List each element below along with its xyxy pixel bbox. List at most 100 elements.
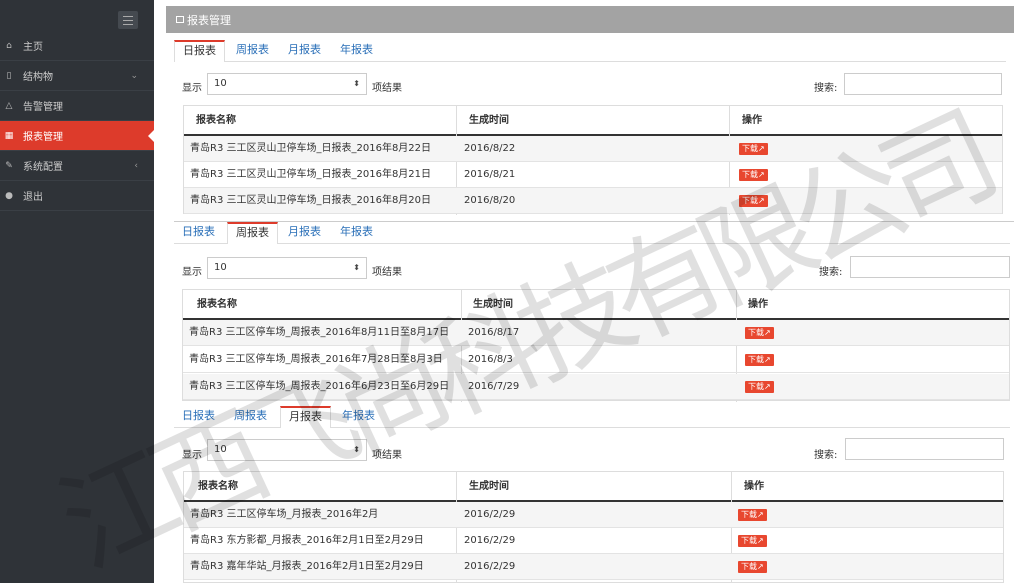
tab-weekly[interactable]: 周报表 bbox=[227, 222, 278, 244]
sidebar: ⌂ 主页 ▯ 结构物 ⌄ △ 告警管理 ▦ 报表管理 ✎ 系统配置 ‹ ● 退出 bbox=[0, 0, 155, 583]
table-row: 青岛R3 三工区灵山卫停车场_日报表_2016年8月22日 2016/8/22 … bbox=[184, 136, 1002, 162]
chevron-down-icon: ⌄ bbox=[130, 70, 138, 81]
page-size-value: 10 bbox=[214, 78, 227, 89]
download-button[interactable]: 下载↗ bbox=[738, 561, 767, 573]
download-button[interactable]: 下载↗ bbox=[745, 354, 774, 366]
download-button[interactable]: 下载↗ bbox=[738, 535, 767, 547]
sidebar-item-label: 主页 bbox=[23, 42, 43, 53]
daily-report-panel: 日报表 周报表 月报表 年报表 显示 10 ⬍ 项结果 搜索: 报表名称 生成时… bbox=[174, 40, 1014, 215]
tab-yearly[interactable]: 年报表 bbox=[334, 406, 383, 428]
wrench-icon: ✎ bbox=[5, 160, 13, 171]
report-time: 2016/2/29 bbox=[464, 509, 516, 520]
sidebar-item-logout[interactable]: ● 退出 bbox=[0, 181, 154, 211]
search-label: 搜索: bbox=[819, 267, 843, 278]
bell-icon: △ bbox=[5, 100, 13, 111]
table-row: 青岛R3 三工区停车场_月报表_2016年2月 2016/2/29 下载↗ bbox=[184, 502, 1003, 528]
reports-table: 报表名称 生成时间 操作 青岛R3 三工区停车场_月报表_2016年2月 201… bbox=[183, 471, 1004, 583]
table-icon bbox=[176, 16, 184, 23]
sidebar-toggle-button[interactable] bbox=[118, 11, 138, 29]
tab-yearly[interactable]: 年报表 bbox=[332, 222, 381, 244]
tab-yearly[interactable]: 年报表 bbox=[332, 40, 381, 62]
page-size-select[interactable]: 10 ⬍ bbox=[207, 257, 367, 279]
active-indicator bbox=[148, 129, 155, 143]
page-size-select[interactable]: 10 ⬍ bbox=[207, 439, 367, 461]
monthly-report-panel: 日报表 周报表 月报表 年报表 显示 10 ⬍ 项结果 搜索: 报表名称 生成时… bbox=[174, 406, 1014, 583]
sidebar-item-label: 告警管理 bbox=[23, 102, 63, 113]
search-input[interactable] bbox=[844, 73, 1002, 95]
table-row: 青岛R3 三工区停车场_周报表_2016年8月11日至8月17日 2016/8/… bbox=[183, 320, 1009, 346]
search-label: 搜索: bbox=[814, 450, 838, 461]
table-row: 青岛R3 三工区灵山卫停车场_日报表_2016年8月20日 2016/8/20 … bbox=[184, 188, 1002, 214]
reports-table: 报表名称 生成时间 操作 青岛R3 三工区灵山卫停车场_日报表_2016年8月2… bbox=[183, 105, 1003, 215]
user-icon: ● bbox=[5, 190, 13, 201]
select-arrow-icon: ⬍ bbox=[353, 263, 360, 272]
sidebar-item-settings[interactable]: ✎ 系统配置 ‹ bbox=[0, 151, 154, 181]
sidebar-item-label: 报表管理 bbox=[23, 132, 63, 143]
report-name: 青岛R3 东方影都_月报表_2016年2月1日至2月29日 bbox=[190, 535, 424, 546]
sidebar-item-alarms[interactable]: △ 告警管理 bbox=[0, 91, 154, 121]
show-label: 显示 bbox=[182, 83, 202, 94]
weekly-report-panel: 日报表 周报表 月报表 年报表 显示 10 ⬍ 项结果 搜索: 报表名称 生成时… bbox=[174, 221, 1014, 402]
select-arrow-icon: ⬍ bbox=[353, 79, 360, 88]
sidebar-item-home[interactable]: ⌂ 主页 bbox=[0, 31, 154, 61]
column-header-time: 生成时间 bbox=[469, 481, 509, 492]
page-size-value: 10 bbox=[214, 262, 227, 273]
download-button[interactable]: 下载↗ bbox=[739, 169, 768, 181]
table-row: 青岛R3 嘉年华站_月报表_2016年2月1日至2月29日 2016/2/29 … bbox=[184, 554, 1003, 580]
report-name: 青岛R3 三工区灵山卫停车场_日报表_2016年8月21日 bbox=[190, 169, 432, 180]
column-header-time: 生成时间 bbox=[469, 115, 509, 126]
tab-monthly[interactable]: 月报表 bbox=[280, 222, 329, 244]
report-name: 青岛R3 三工区灵山卫停车场_日报表_2016年8月20日 bbox=[190, 195, 432, 206]
search-input[interactable] bbox=[850, 256, 1010, 278]
report-time: 2016/7/29 bbox=[468, 381, 520, 392]
sidebar-item-structures[interactable]: ▯ 结构物 ⌄ bbox=[0, 61, 154, 91]
show-label: 显示 bbox=[182, 267, 202, 278]
tab-daily[interactable]: 日报表 bbox=[174, 222, 223, 244]
sidebar-item-label: 结构物 bbox=[23, 72, 53, 83]
show-suffix-label: 项结果 bbox=[372, 450, 402, 461]
file-icon: ▯ bbox=[6, 70, 12, 81]
table-icon: ▦ bbox=[4, 130, 14, 141]
table-row: 青岛R3 三工区灵山卫停车场_日报表_2016年8月21日 2016/8/21 … bbox=[184, 162, 1002, 188]
table-header: 报表名称 生成时间 操作 bbox=[183, 290, 1009, 320]
report-time: 2016/8/21 bbox=[464, 169, 516, 180]
tab-monthly[interactable]: 月报表 bbox=[280, 40, 329, 62]
column-header-name: 报表名称 bbox=[197, 299, 237, 310]
report-time: 2016/2/29 bbox=[464, 561, 516, 572]
search-input[interactable] bbox=[845, 438, 1004, 460]
download-button[interactable]: 下载↗ bbox=[745, 381, 774, 393]
sidebar-item-label: 系统配置 bbox=[23, 162, 63, 173]
report-time: 2016/8/20 bbox=[464, 195, 516, 206]
report-name: 青岛R3 嘉年华站_月报表_2016年2月1日至2月29日 bbox=[190, 561, 424, 572]
table-row: 青岛R3 三工区停车场_周报表_2016年7月28日至8月3日 2016/8/3… bbox=[183, 347, 1009, 373]
home-icon: ⌂ bbox=[6, 40, 12, 51]
app-root: ⌂ 主页 ▯ 结构物 ⌄ △ 告警管理 ▦ 报表管理 ✎ 系统配置 ‹ ● 退出 bbox=[0, 0, 1014, 583]
download-button[interactable]: 下载↗ bbox=[738, 509, 767, 521]
report-name: 青岛R3 三工区停车场_周报表_2016年6月23日至6月29日 bbox=[189, 381, 450, 392]
sidebar-item-reports[interactable]: ▦ 报表管理 bbox=[0, 121, 155, 151]
page-size-select[interactable]: 10 ⬍ bbox=[207, 73, 367, 95]
table-row: 青岛R3 东方影都_月报表_2016年2月1日至2月29日 2016/2/29 … bbox=[184, 528, 1003, 554]
report-name: 青岛R3 三工区灵山卫停车场_日报表_2016年8月22日 bbox=[190, 143, 432, 154]
page-title: 报表管理 bbox=[187, 13, 231, 27]
report-time: 2016/8/22 bbox=[464, 143, 516, 154]
report-time: 2016/8/17 bbox=[468, 327, 520, 338]
tab-daily[interactable]: 日报表 bbox=[174, 40, 225, 62]
column-header-action: 操作 bbox=[748, 299, 768, 310]
download-button[interactable]: 下载↗ bbox=[739, 143, 768, 155]
tab-monthly[interactable]: 月报表 bbox=[280, 406, 331, 428]
download-button[interactable]: 下载↗ bbox=[739, 195, 768, 207]
column-header-name: 报表名称 bbox=[198, 481, 238, 492]
report-name: 青岛R3 三工区停车场_月报表_2016年2月 bbox=[190, 509, 379, 520]
report-name: 青岛R3 三工区停车场_周报表_2016年8月11日至8月17日 bbox=[189, 327, 450, 338]
tab-weekly[interactable]: 周报表 bbox=[228, 40, 277, 62]
page-size-value: 10 bbox=[214, 444, 227, 455]
reports-table: 报表名称 生成时间 操作 青岛R3 三工区停车场_周报表_2016年8月11日至… bbox=[182, 289, 1010, 402]
tab-daily[interactable]: 日报表 bbox=[174, 406, 223, 428]
download-button[interactable]: 下载↗ bbox=[745, 327, 774, 339]
column-header-action: 操作 bbox=[744, 481, 764, 492]
table-header: 报表名称 生成时间 操作 bbox=[184, 106, 1002, 136]
select-arrow-icon: ⬍ bbox=[353, 445, 360, 454]
tab-weekly[interactable]: 周报表 bbox=[226, 406, 275, 428]
report-time: 2016/2/29 bbox=[464, 535, 516, 546]
